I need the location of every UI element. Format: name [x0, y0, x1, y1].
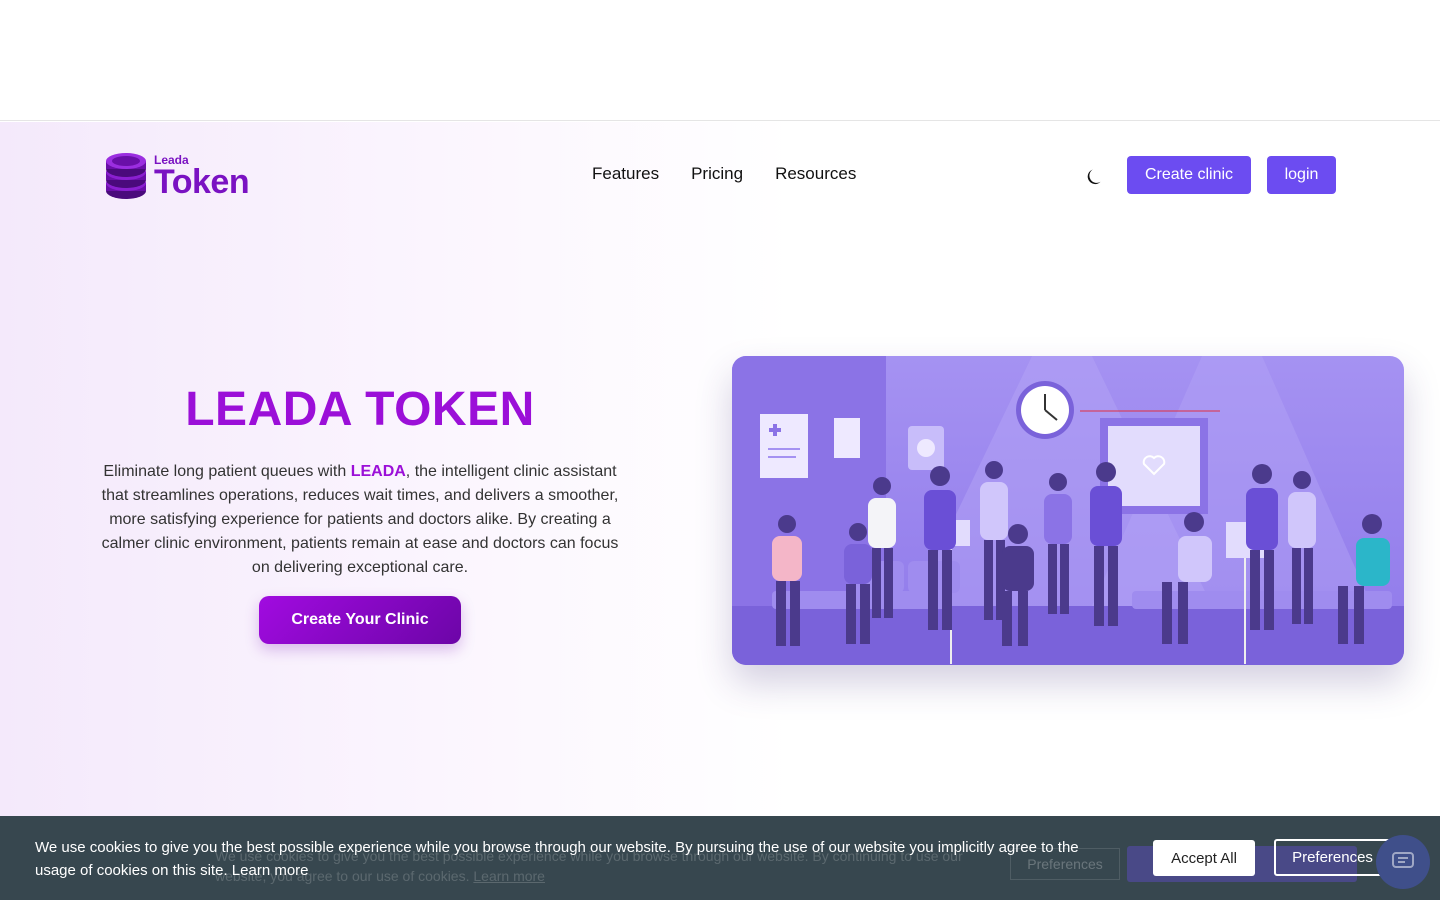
cookie-learn-more-link[interactable]: Learn more: [232, 862, 309, 879]
page: Leada Token Features Pricing Resources C…: [0, 122, 1440, 900]
create-clinic-button[interactable]: Create clinic: [1127, 156, 1251, 194]
create-your-clinic-button[interactable]: Create Your Clinic: [259, 596, 461, 644]
hero-text-before: Eliminate long patient queues with: [103, 463, 351, 480]
logo-text: Leada Token: [154, 154, 250, 201]
clinic-waiting-room-illustration: [732, 356, 1404, 665]
coin-stack-icon: [106, 153, 146, 199]
nav-links: Features Pricing Resources: [592, 164, 856, 184]
preferences-button[interactable]: Preferences: [1274, 839, 1391, 876]
nav-link-pricing[interactable]: Pricing: [691, 164, 743, 184]
nav-link-resources[interactable]: Resources: [775, 164, 856, 184]
cookie-consent-bar: We use cookies to give you the best poss…: [0, 816, 1440, 900]
moon-icon[interactable]: [1085, 165, 1107, 187]
logo-big-text: Token: [154, 163, 250, 201]
hero-text-highlight: LEADA: [350, 463, 406, 480]
nav-link-features[interactable]: Features: [592, 164, 659, 184]
login-button[interactable]: login: [1267, 156, 1336, 194]
top-blank-area: [0, 0, 1440, 121]
accept-all-button[interactable]: Accept All: [1153, 840, 1255, 876]
cookie-text: We use cookies to give you the best poss…: [35, 836, 1115, 882]
chat-icon[interactable]: [1376, 835, 1430, 889]
hero-description: Eliminate long patient queues with LEADA…: [100, 460, 620, 580]
hero-title: LEADA TOKEN: [185, 383, 535, 436]
hero-section: LEADA TOKEN Eliminate long patient queue…: [100, 382, 620, 644]
logo[interactable]: Leada Token: [104, 150, 254, 202]
cookie-message: We use cookies to give you the best poss…: [35, 839, 1079, 879]
navbar: Leada Token Features Pricing Resources C…: [0, 122, 1440, 228]
